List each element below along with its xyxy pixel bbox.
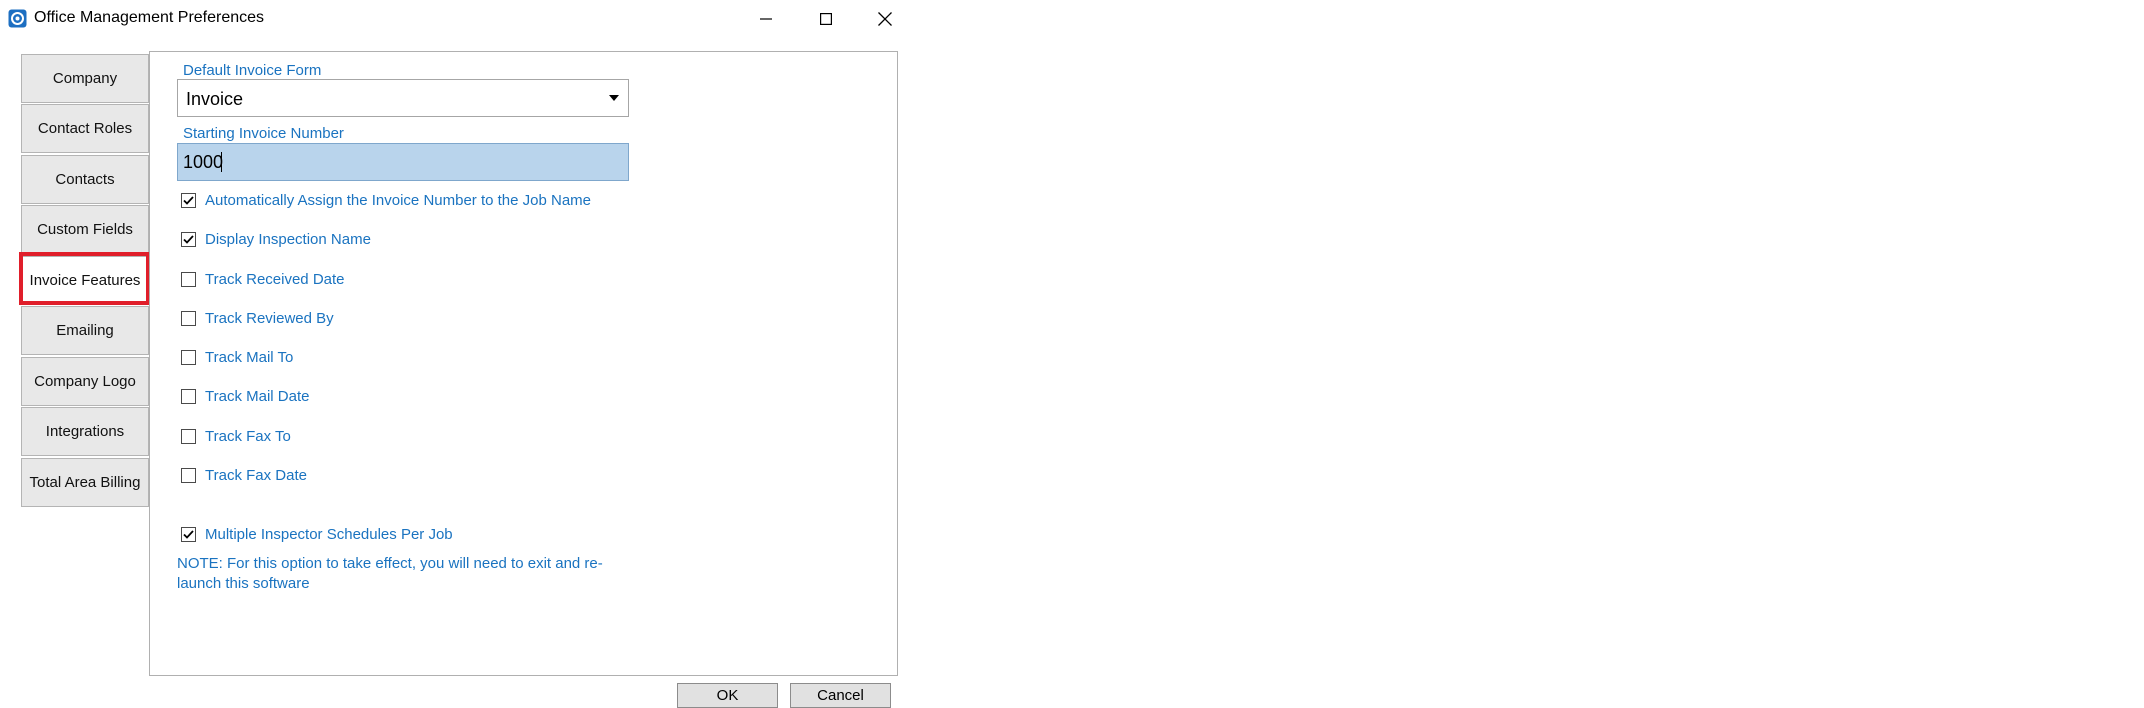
checkbox-track-received-date[interactable]: Track Received Date: [181, 269, 345, 289]
checkbox-track-mail-to[interactable]: Track Mail To: [181, 347, 293, 367]
tab-label: Company Logo: [34, 373, 136, 390]
checkbox-track-fax-to[interactable]: Track Fax To: [181, 426, 291, 446]
text-caret: [221, 152, 222, 172]
tab-label: Total Area Billing: [29, 474, 141, 491]
checkbox-label: Track Received Date: [205, 270, 345, 288]
title-bar: Office Management Preferences: [0, 0, 900, 38]
tab-total-area-billing[interactable]: Total Area Billing: [21, 458, 149, 507]
checkbox-box[interactable]: [181, 526, 196, 542]
close-button[interactable]: [855, 0, 915, 38]
cancel-button-label: Cancel: [817, 687, 864, 704]
tab-label: Emailing: [56, 322, 114, 339]
checkbox-box[interactable]: [181, 467, 196, 483]
checkbox-box[interactable]: [181, 349, 196, 365]
restart-note: NOTE: For this option to take effect, yo…: [177, 555, 603, 592]
checkbox-auto-assign-invoice-number[interactable]: Automatically Assign the Invoice Number …: [181, 190, 591, 210]
tab-label: Invoice Features: [29, 272, 141, 289]
default-invoice-form-label: Default Invoice Form: [183, 62, 322, 79]
tab-invoice-features[interactable]: Invoice Features: [21, 256, 149, 305]
checkbox-box[interactable]: [181, 310, 196, 326]
window-title: Office Management Preferences: [34, 9, 265, 26]
minimize-icon: [760, 18, 772, 20]
checkbox-label: Automatically Assign the Invoice Number …: [205, 191, 592, 209]
tab-label: Integrations: [45, 423, 125, 440]
cancel-button[interactable]: Cancel: [790, 683, 891, 708]
checkbox-box[interactable]: [181, 388, 196, 404]
checkbox-box[interactable]: [181, 428, 196, 444]
checkbox-box[interactable]: [181, 192, 196, 208]
checkbox-label: Multiple Inspector Schedules Per Job: [205, 525, 453, 543]
maximize-icon: [820, 13, 832, 25]
tab-label: Company: [52, 70, 118, 87]
checkbox-display-inspection-name[interactable]: Display Inspection Name: [181, 229, 371, 249]
tab-company-logo[interactable]: Company Logo: [21, 357, 149, 406]
checkbox-label: Track Mail Date: [205, 387, 310, 405]
tab-custom-fields[interactable]: Custom Fields: [21, 205, 149, 254]
chevron-down-icon: [609, 95, 619, 101]
starting-invoice-number-input[interactable]: [177, 143, 629, 181]
checkbox-multiple-inspector-schedules[interactable]: Multiple Inspector Schedules Per Job: [181, 524, 453, 544]
ok-button-label: OK: [716, 687, 739, 704]
checkbox-box[interactable]: [181, 231, 196, 247]
checkbox-box[interactable]: [181, 271, 196, 287]
tab-contacts[interactable]: Contacts: [21, 155, 149, 204]
checkbox-label: Track Mail To: [205, 348, 294, 366]
tab-emailing[interactable]: Emailing: [21, 306, 149, 355]
checkmark-icon: [183, 234, 194, 244]
tab-label: Custom Fields: [37, 221, 133, 238]
checkmark-icon: [183, 529, 194, 539]
ok-button[interactable]: OK: [677, 683, 778, 708]
tab-label: Contacts: [55, 171, 115, 188]
checkbox-label: Track Fax Date: [205, 466, 307, 484]
checkbox-track-reviewed-by[interactable]: Track Reviewed By: [181, 308, 334, 328]
checkbox-label: Track Reviewed By: [205, 309, 334, 327]
dropdown-value: Invoice: [186, 89, 244, 109]
tab-contact-roles[interactable]: Contact Roles: [21, 104, 149, 153]
tab-integrations[interactable]: Integrations: [21, 407, 149, 456]
minimize-button[interactable]: [736, 0, 796, 38]
checkmark-icon: [183, 195, 194, 205]
checkbox-label: Track Fax To: [205, 427, 291, 445]
tab-company[interactable]: Company: [21, 54, 149, 103]
tab-label: Contact Roles: [37, 120, 133, 137]
maximize-button[interactable]: [796, 0, 856, 38]
default-invoice-form-dropdown[interactable]: Invoice: [177, 79, 629, 117]
checkbox-track-fax-date[interactable]: Track Fax Date: [181, 465, 307, 485]
checkbox-track-mail-date[interactable]: Track Mail Date: [181, 386, 309, 406]
close-icon: [878, 12, 892, 26]
app-logo-icon: [8, 9, 27, 28]
checkbox-label: Display Inspection Name: [205, 230, 371, 248]
starting-invoice-number-label: Starting Invoice Number: [183, 125, 344, 142]
